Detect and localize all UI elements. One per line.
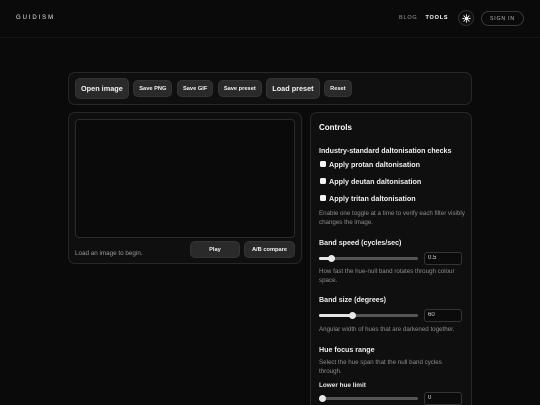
band-size-input[interactable] (424, 308, 462, 322)
lower-hue-input[interactable] (424, 391, 462, 405)
band-speed-slider[interactable] (319, 252, 418, 265)
deutan-option[interactable]: Apply deutan daltonisation (320, 177, 421, 186)
daltonisation-heading: Industry-standard daltonisation checks (319, 146, 452, 155)
open-image-button[interactable]: Open image (75, 78, 129, 99)
slider-thumb[interactable] (319, 394, 326, 402)
save-gif-button[interactable]: Save GIF (176, 80, 214, 97)
site-header: GUIDISM BLOG TOOLS SIGN IN (0, 0, 540, 38)
site-logo[interactable]: GUIDISM (16, 14, 55, 22)
save-png-button[interactable]: Save PNG (133, 80, 173, 97)
lower-hue-control (319, 391, 470, 405)
slider-track (319, 396, 418, 400)
band-speed-label: Band speed (cycles/sec) (319, 238, 402, 247)
deutan-checkbox[interactable] (320, 178, 326, 184)
ab-compare-button[interactable]: A/B compare (244, 241, 295, 258)
main-nav: BLOG TOOLS (399, 14, 448, 22)
protan-label: Apply protan daltonisation (329, 159, 421, 169)
tritan-option[interactable]: Apply tritan daltonisation (320, 194, 416, 203)
protan-checkbox[interactable] (320, 161, 326, 167)
hue-focus-help: Select the hue span that the null band c… (319, 358, 442, 375)
sign-in-button[interactable]: SIGN IN (481, 11, 524, 26)
hue-focus-heading: Hue focus range (319, 345, 375, 354)
band-size-label: Band size (degrees) (319, 295, 387, 304)
slider-thumb[interactable] (328, 254, 336, 262)
theme-toggle-button[interactable] (458, 10, 474, 26)
nav-blog[interactable]: BLOG (399, 14, 417, 22)
lower-hue-slider[interactable] (319, 392, 418, 405)
daltonisation-help: Enable one toggle at a time to verify ea… (319, 209, 465, 226)
deutan-label: Apply deutan daltonisation (329, 176, 422, 186)
toolbar: Open image Save PNG Save GIF Save preset… (68, 72, 472, 105)
sun-icon (461, 13, 471, 23)
status-text: Load an image to begin. (75, 249, 143, 257)
controls-title: Controls (319, 123, 352, 132)
lower-hue-label: Lower hue limit (319, 381, 366, 389)
slider-thumb[interactable] (349, 311, 357, 319)
controls-panel: Controls Industry-standard daltonisation… (310, 112, 472, 405)
save-preset-button[interactable]: Save preset (217, 80, 262, 97)
band-speed-control (319, 251, 470, 265)
slider-track (319, 313, 418, 317)
band-speed-help: How fast the hue-null band rotates throu… (319, 267, 455, 284)
tritan-checkbox[interactable] (320, 195, 326, 201)
reset-button[interactable]: Reset (324, 80, 352, 97)
tritan-label: Apply tritan daltonisation (329, 193, 416, 203)
nav-tools[interactable]: TOOLS (425, 14, 448, 22)
slider-fill (319, 313, 353, 317)
protan-option[interactable]: Apply protan daltonisation (320, 160, 420, 169)
play-button[interactable]: Play (190, 241, 240, 258)
load-preset-button[interactable]: Load preset (266, 78, 320, 99)
band-size-help: Angular width of hues that are darkened … (319, 325, 455, 333)
band-size-slider[interactable] (319, 309, 418, 322)
band-size-control (319, 308, 470, 322)
band-speed-input[interactable] (424, 251, 462, 265)
preview-canvas[interactable] (75, 119, 295, 238)
preview-panel: Load an image to begin. Play A/B compare (68, 112, 302, 264)
